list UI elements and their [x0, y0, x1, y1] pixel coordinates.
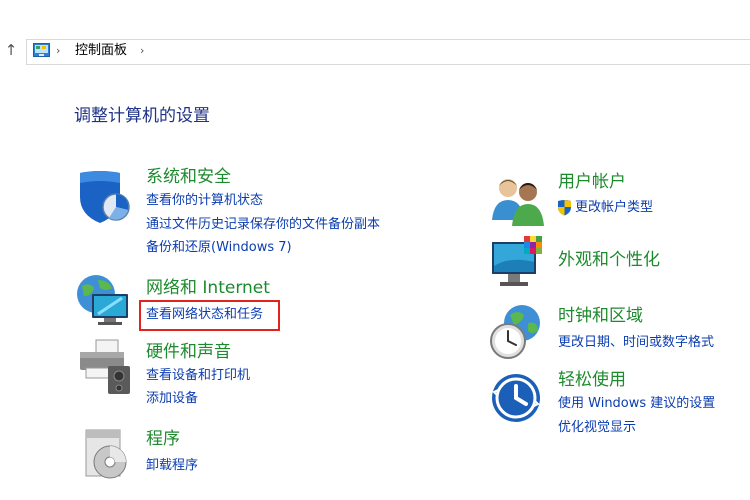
breadcrumb-separator: ›	[56, 44, 61, 57]
category-title-clock-region[interactable]: 时钟和区域	[558, 305, 643, 327]
category-title-programs[interactable]: 程序	[146, 428, 180, 450]
link-view-computer-status[interactable]: 查看你的计算机状态	[146, 191, 263, 211]
link-file-history-backup[interactable]: 通过文件历史记录保存你的文件备份副本	[146, 215, 380, 235]
control-panel-icon	[33, 43, 50, 57]
category-title-ease-of-access[interactable]: 轻松使用	[558, 369, 626, 391]
category-title-appearance[interactable]: 外观和个性化	[558, 249, 660, 271]
category-title-hardware[interactable]: 硬件和声音	[146, 341, 231, 363]
link-backup-restore[interactable]: 备份和还原(Windows 7)	[146, 238, 292, 258]
programs-icon[interactable]	[80, 426, 138, 484]
ease-of-access-icon[interactable]	[490, 370, 548, 428]
link-windows-recommended-settings[interactable]: 使用 Windows 建议的设置	[558, 394, 715, 414]
link-change-date-time-format[interactable]: 更改日期、时间或数字格式	[558, 333, 714, 353]
highlight-box	[139, 300, 280, 331]
category-title-network[interactable]: 网络和 Internet	[146, 277, 270, 299]
link-optimize-visual-display[interactable]: 优化视觉显示	[558, 418, 636, 438]
printer-icon[interactable]	[76, 338, 134, 396]
appearance-monitor-icon[interactable]	[490, 236, 548, 294]
link-devices-printers[interactable]: 查看设备和打印机	[146, 366, 250, 386]
breadcrumb-control-panel[interactable]: 控制面板	[75, 41, 127, 61]
clock-globe-icon[interactable]	[488, 303, 546, 361]
shield-icon[interactable]	[76, 167, 134, 225]
page-title: 调整计算机的设置	[74, 106, 210, 126]
link-uninstall-program[interactable]: 卸载程序	[146, 456, 198, 476]
link-change-account-type[interactable]: 更改帐户类型	[575, 198, 653, 218]
breadcrumb-separator-dropdown[interactable]: ›	[140, 41, 144, 61]
uac-shield-icon	[558, 200, 571, 216]
user-accounts-icon[interactable]	[490, 172, 548, 230]
category-title-user-accounts[interactable]: 用户帐户	[558, 171, 626, 193]
category-title-system-security[interactable]: 系统和安全	[146, 166, 231, 188]
up-button[interactable]: ↑	[2, 39, 20, 61]
address-bar[interactable]	[26, 39, 750, 65]
link-add-device[interactable]: 添加设备	[146, 389, 198, 409]
network-globe-icon[interactable]	[74, 272, 132, 330]
